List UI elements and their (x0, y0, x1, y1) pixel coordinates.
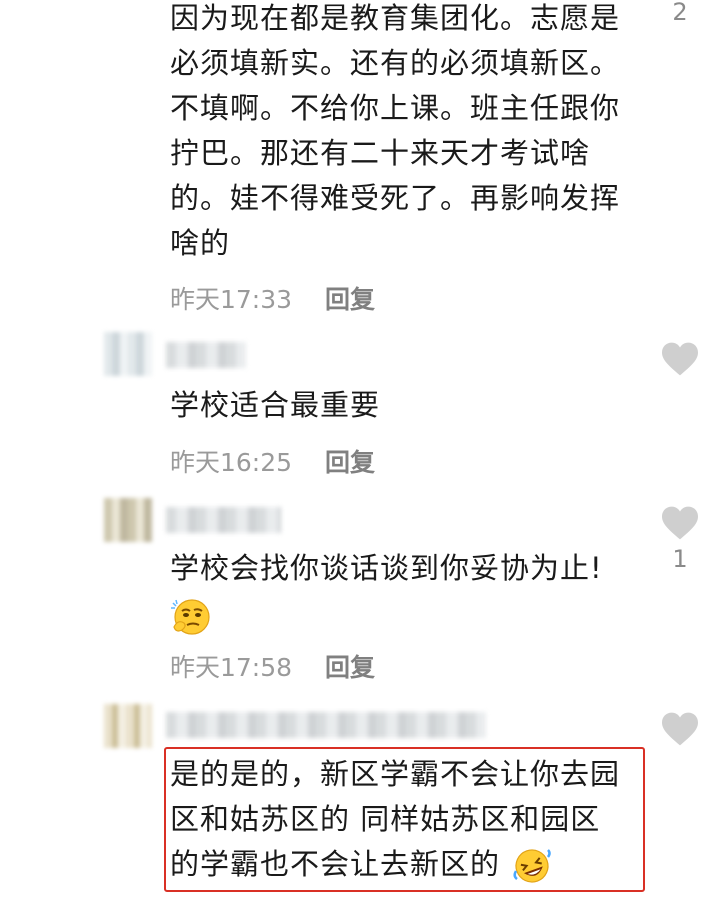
heart-icon[interactable] (660, 505, 700, 541)
comment-line: 学校会找你谈话谈到你妥协为止! (170, 551, 603, 585)
comment-text: 学校会找你谈话谈到你妥协为止! (170, 546, 603, 638)
like-count: 2 (672, 0, 688, 26)
like-count: 1 (672, 545, 688, 573)
username-blurred[interactable] (166, 712, 486, 738)
heart-icon[interactable] (660, 341, 700, 377)
comment-line: 学校适合最重要 (170, 388, 381, 422)
comment-timestamp: 昨天16:25 (170, 448, 293, 477)
reply-button[interactable]: 回复 (325, 443, 375, 479)
avatar[interactable] (104, 498, 152, 542)
comment-line: 不填啊。不给你上课。班主任跟你 (170, 91, 621, 125)
comment-line: 区和姑苏区的 同样姑苏区和园区 (170, 802, 601, 836)
emoji-line (170, 593, 603, 638)
comment-line: 拧巴。那还有二十来天才考试啥 (170, 136, 591, 170)
comment-timestamp: 昨天17:33 (170, 285, 293, 314)
comment-text: 学校适合最重要 (170, 383, 380, 428)
rofl-emoji (513, 849, 551, 883)
comment-line: 因为现在都是教育集团化。志愿是 (170, 1, 621, 35)
thinking-face-emoji (171, 599, 210, 635)
avatar[interactable] (104, 332, 152, 376)
username-blurred[interactable] (166, 507, 281, 533)
comment-line: 是的是的，新区学霸不会让你去园 (170, 757, 621, 791)
comment-line: 的。娃不得难受死了。再影响发挥 (170, 181, 621, 215)
reply-button[interactable]: 回复 (325, 280, 375, 316)
avatar[interactable] (104, 704, 152, 748)
comment-line: 啥的 (170, 226, 231, 260)
reply-button[interactable]: 回复 (325, 648, 375, 684)
comment-text: 因为现在都是教育集团化。志愿是 必须填新实。还有的必须填新区。 不填啊。不给你上… (170, 0, 620, 266)
username-blurred[interactable] (166, 342, 246, 368)
comment-line: 必须填新实。还有的必须填新区。 (170, 46, 621, 80)
comment-line-with-emoji: 的学霸也不会让去新区的 (170, 842, 620, 887)
heart-icon[interactable] (660, 711, 700, 747)
comment-line: 的学霸也不会让去新区的 (170, 847, 501, 881)
comment-timestamp: 昨天17:58 (170, 653, 293, 682)
comment-text: 是的是的，新区学霸不会让你去园 区和姑苏区的 同样姑苏区和园区 的学霸也不会让去… (170, 752, 620, 887)
